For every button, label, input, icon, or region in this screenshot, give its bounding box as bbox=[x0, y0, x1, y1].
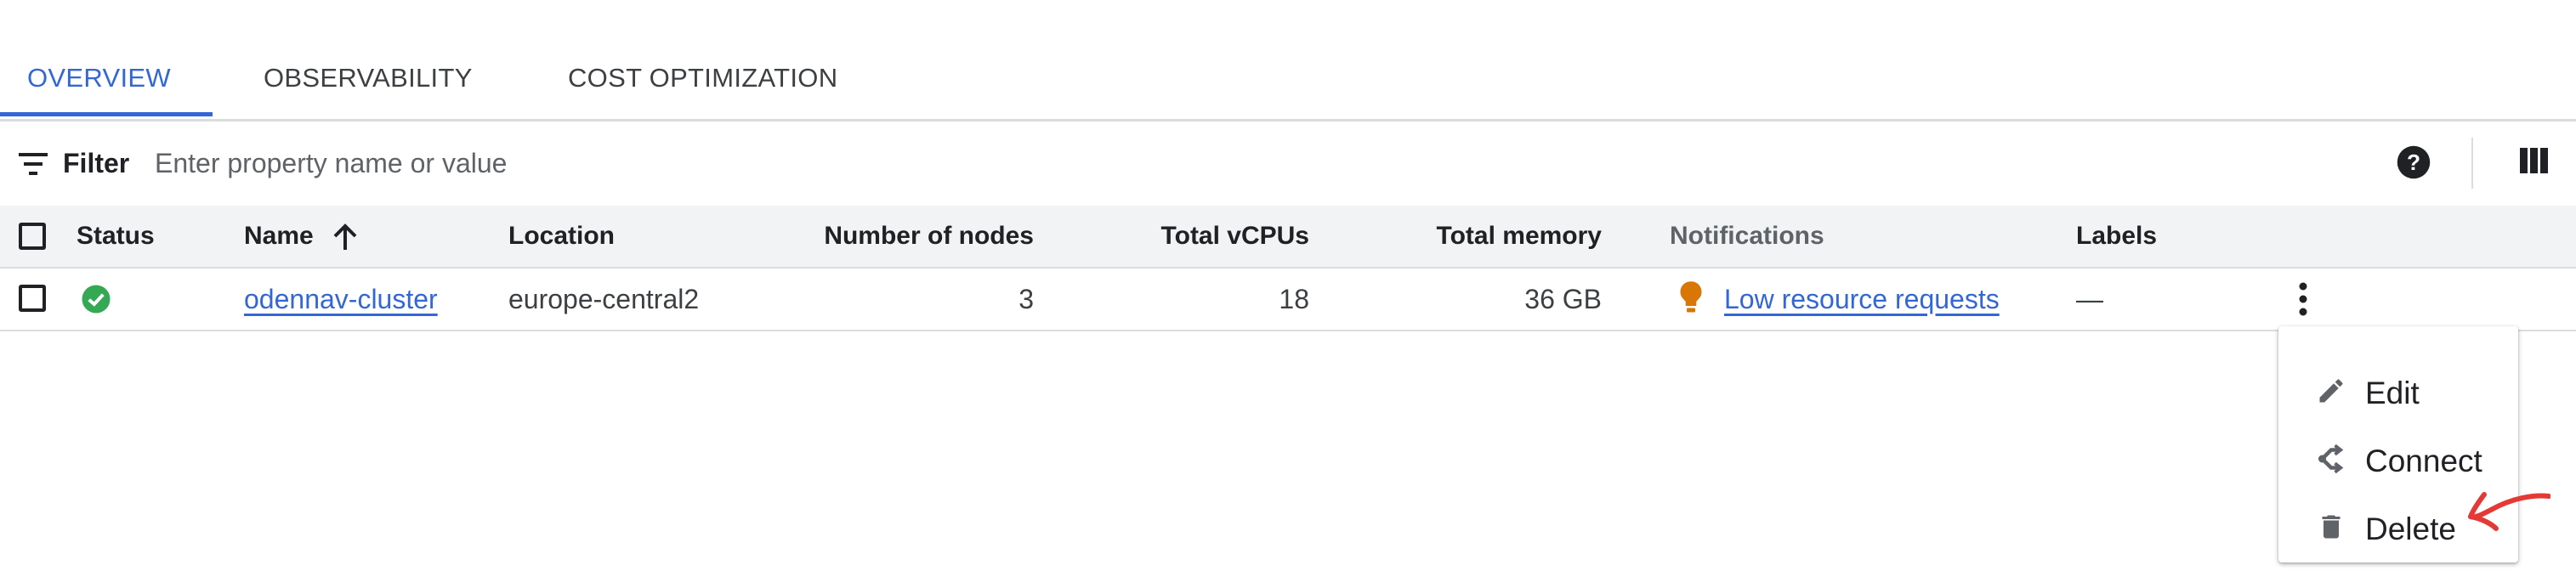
page: OVERVIEW OBSERVABILITY COST OPTIMIZATION… bbox=[0, 0, 2576, 571]
table-row: odennav-cluster europe-central2 3 18 36 … bbox=[0, 269, 2576, 331]
select-all-checkbox[interactable] bbox=[19, 223, 46, 250]
column-display-options-icon[interactable] bbox=[2520, 146, 2549, 175]
column-header-status: Status bbox=[77, 222, 155, 250]
trash-icon bbox=[2322, 515, 2341, 539]
filter-input[interactable] bbox=[153, 143, 1177, 184]
filter-icon[interactable] bbox=[19, 153, 48, 175]
tab-overview[interactable]: OVERVIEW bbox=[27, 61, 171, 95]
status-ok-icon bbox=[82, 285, 111, 314]
column-header-vcpus: Total vCPUs bbox=[1160, 222, 1309, 250]
column-header-name[interactable]: Name bbox=[244, 222, 314, 251]
table-header: Status Name Location Number of nodes Tot… bbox=[0, 206, 2576, 269]
pencil-icon bbox=[2319, 379, 2343, 403]
svg-text:?: ? bbox=[2407, 150, 2420, 175]
column-header-location: Location bbox=[508, 222, 615, 250]
sort-ascending-icon[interactable] bbox=[332, 223, 359, 252]
column-header-notifications: Notifications bbox=[1670, 222, 1824, 250]
tab-cost-optimization[interactable]: COST OPTIMIZATION bbox=[568, 61, 837, 95]
help-icon[interactable]: ? bbox=[2396, 144, 2431, 180]
cluster-location: europe-central2 bbox=[508, 284, 700, 314]
column-header-memory: Total memory bbox=[1436, 222, 1603, 250]
menu-item-label: Delete bbox=[2365, 512, 2456, 546]
cluster-name-link[interactable]: odennav-cluster bbox=[244, 284, 438, 315]
row-checkbox[interactable] bbox=[19, 285, 46, 312]
toolbar-divider bbox=[2471, 138, 2473, 189]
notification-link[interactable]: Low resource requests bbox=[1724, 284, 2000, 315]
cluster-vcpus: 18 bbox=[1279, 284, 1309, 314]
cluster-memory: 36 GB bbox=[1524, 284, 1602, 314]
connect-icon bbox=[2318, 444, 2344, 474]
lightbulb-icon bbox=[1680, 281, 1702, 313]
menu-item-label: Connect bbox=[2365, 444, 2482, 478]
tab-observability[interactable]: OBSERVABILITY bbox=[264, 61, 473, 95]
cluster-labels: — bbox=[2076, 284, 2103, 314]
menu-item-edit[interactable]: Edit bbox=[2278, 359, 2518, 420]
tab-bar: OVERVIEW OBSERVABILITY COST OPTIMIZATION bbox=[0, 0, 2576, 122]
filter-label: Filter bbox=[63, 148, 130, 178]
menu-item-label: Edit bbox=[2365, 376, 2420, 410]
active-tab-indicator bbox=[0, 112, 213, 116]
cluster-nodes: 3 bbox=[1018, 284, 1034, 314]
menu-item-connect[interactable]: Connect bbox=[2278, 427, 2518, 488]
column-header-labels: Labels bbox=[2076, 222, 2158, 250]
annotation-arrow bbox=[2468, 492, 2550, 531]
column-header-nodes: Number of nodes bbox=[824, 222, 1034, 250]
filter-bar: Filter ? bbox=[0, 119, 2576, 207]
more-actions-icon[interactable] bbox=[2289, 280, 2318, 318]
